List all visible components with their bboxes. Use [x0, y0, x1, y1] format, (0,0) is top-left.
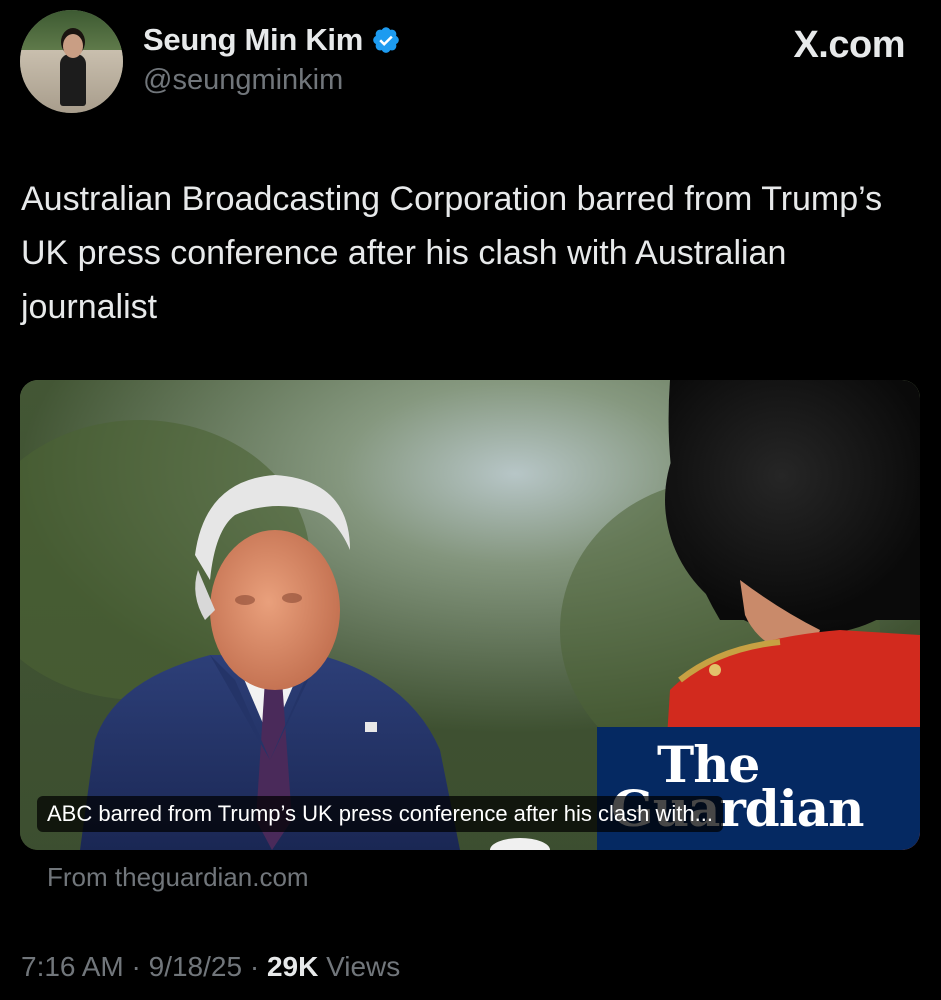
card-source-link[interactable]: From theguardian.com [47, 862, 309, 893]
tweet-text: Australian Broadcasting Corporation barr… [21, 180, 883, 326]
avatar-figure [60, 54, 86, 106]
verified-badge-icon [373, 27, 399, 53]
card-headline[interactable]: ABC barred from Trump’s UK press confere… [37, 796, 723, 832]
link-preview-card[interactable]: The Guardian ABC barred from Trump’s UK … [20, 380, 920, 850]
tweet-meta: 7:16 AM · 9/18/25 · 29K Views [21, 951, 400, 983]
tweet-date[interactable]: 9/18/25 [149, 951, 242, 982]
meta-separator: · [242, 951, 267, 982]
avatar-head [63, 34, 83, 58]
author-display-name[interactable]: Seung Min Kim [143, 22, 363, 58]
author-name-row[interactable]: Seung Min Kim [143, 20, 401, 60]
views-label: Views [318, 951, 401, 982]
tweet-time[interactable]: 7:16 AM [21, 951, 124, 982]
meta-separator: · [123, 951, 149, 982]
avatar[interactable] [20, 10, 123, 113]
author-handle[interactable]: @seungminkim [143, 64, 343, 97]
site-watermark: X.com [793, 24, 905, 66]
views-count[interactable]: 29K [267, 951, 318, 982]
